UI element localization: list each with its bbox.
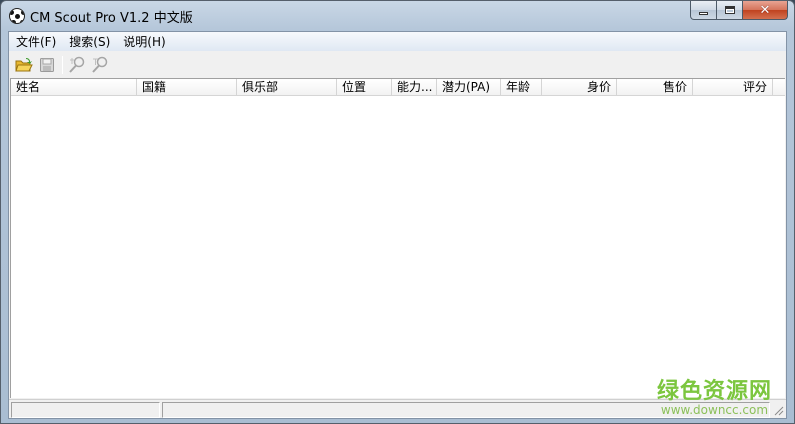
status-panel-left bbox=[11, 402, 160, 418]
column-header-rating[interactable]: 评分 bbox=[693, 79, 773, 96]
search-icon bbox=[69, 56, 85, 73]
column-header-nationality[interactable]: 国籍 bbox=[137, 79, 237, 96]
minimize-icon bbox=[699, 11, 708, 15]
column-header-club[interactable]: 俱乐部 bbox=[237, 79, 337, 96]
minimize-button[interactable] bbox=[690, 1, 717, 20]
open-folder-icon bbox=[15, 57, 33, 71]
column-header-name[interactable]: 姓名 bbox=[11, 79, 137, 96]
watermark-url: www.downcc.com bbox=[660, 403, 769, 417]
column-header-ability[interactable]: 能力... bbox=[392, 79, 437, 96]
menu-help[interactable]: 说明(H) bbox=[123, 33, 165, 50]
column-header-age[interactable]: 年龄 bbox=[501, 79, 542, 96]
find-button[interactable] bbox=[66, 54, 88, 76]
close-button[interactable]: ✕ bbox=[743, 1, 788, 20]
window-title: CM Scout Pro V1.2 中文版 bbox=[30, 11, 193, 26]
toolbar-separator bbox=[62, 55, 63, 74]
title-bar[interactable]: CM Scout Pro V1.2 中文版 ✕ bbox=[1, 1, 794, 31]
list-body[interactable] bbox=[11, 96, 785, 398]
maximize-icon bbox=[724, 6, 735, 14]
menu-search[interactable]: 搜索(S) bbox=[69, 33, 110, 50]
resize-grip-icon[interactable] bbox=[772, 404, 784, 416]
search-next-icon bbox=[92, 56, 108, 73]
column-header-value[interactable]: 身价 bbox=[542, 79, 617, 96]
app-window: CM Scout Pro V1.2 中文版 ✕ 文件(F) 搜索(S) 说明(H… bbox=[0, 0, 795, 424]
menu-bar: 文件(F) 搜索(S) 说明(H) bbox=[9, 32, 786, 51]
close-icon: ✕ bbox=[759, 2, 771, 18]
player-list[interactable]: 姓名 国籍 俱乐部 位置 能力... 潜力(PA) 年龄 身价 售价 评分 bbox=[10, 78, 785, 398]
watermark: 绿色资源网 www.downcc.com bbox=[657, 373, 772, 417]
maximize-button[interactable] bbox=[717, 1, 743, 20]
soccer-ball-icon[interactable] bbox=[9, 8, 25, 24]
save-button[interactable] bbox=[36, 54, 58, 76]
open-button[interactable] bbox=[13, 54, 35, 76]
column-header-position[interactable]: 位置 bbox=[337, 79, 392, 96]
toolbar bbox=[9, 52, 786, 77]
caption-buttons: ✕ bbox=[690, 1, 788, 21]
watermark-title: 绿色资源网 bbox=[656, 379, 772, 404]
client-area: 文件(F) 搜索(S) 说明(H) 姓名 国籍 俱乐部 位置 能力... 潜力(… bbox=[8, 31, 787, 419]
save-disk-icon bbox=[40, 57, 54, 72]
column-header-potential[interactable]: 潜力(PA) bbox=[437, 79, 501, 96]
column-header-price[interactable]: 售价 bbox=[617, 79, 693, 96]
menu-file[interactable]: 文件(F) bbox=[16, 33, 56, 50]
find-next-button[interactable] bbox=[89, 54, 111, 76]
list-header: 姓名 国籍 俱乐部 位置 能力... 潜力(PA) 年龄 身价 售价 评分 bbox=[11, 79, 785, 96]
